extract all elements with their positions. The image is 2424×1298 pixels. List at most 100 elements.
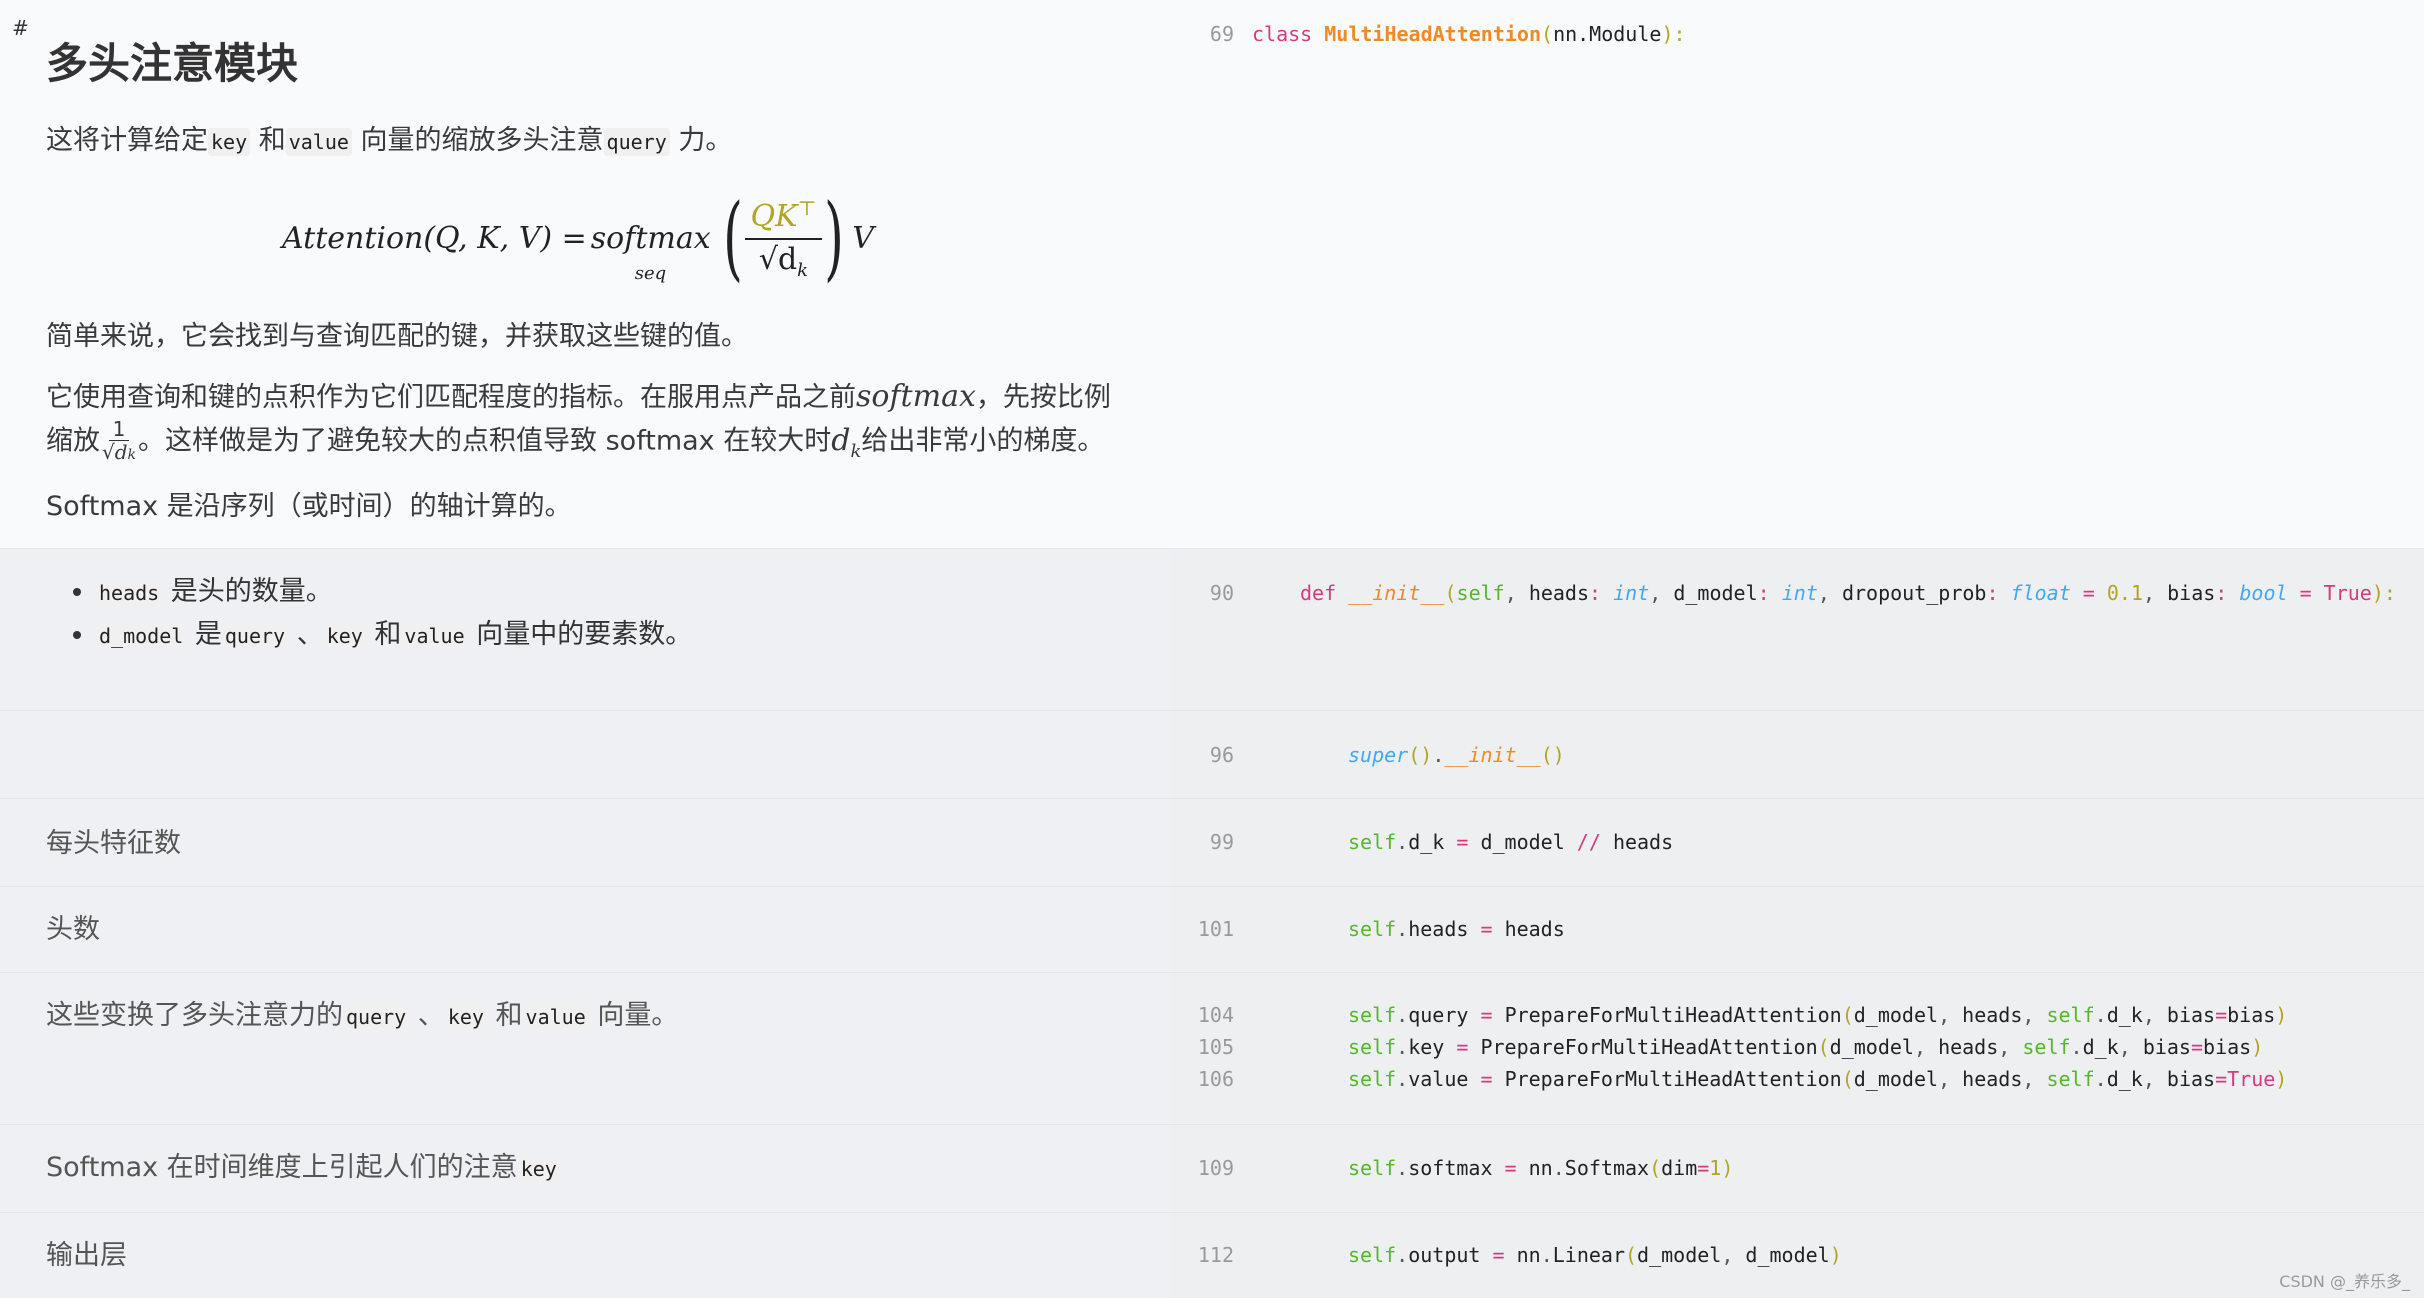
code-rparen: ): — [1661, 22, 1686, 46]
code-line-super: super().__init__() — [1348, 743, 1565, 767]
code-var-heads: heads — [1504, 917, 1565, 941]
row-code-cell: 90 def __init__(self, heads: int, d_mode… — [1172, 549, 2424, 710]
paragraph-simple: 简单来说，它会找到与查询匹配的键，并获取这些键的值。 — [46, 321, 748, 352]
bullet-text: 向量中的要素数。 — [467, 619, 693, 650]
row-note: 输出层 — [46, 1240, 127, 1271]
row-doc-cell: 这些变换了多头注意力的 query 、 key 和 value 向量。 — [0, 973, 1172, 1124]
row-doc-cell: 头数 — [0, 887, 1172, 972]
equation-softmax: softmax seq — [590, 220, 711, 284]
row-code-cell: 99 self.d_k = d_model // heads — [1172, 799, 2424, 886]
code-attr-output: output — [1408, 1243, 1481, 1267]
code-attr-key: key — [1408, 1035, 1445, 1059]
code-arg: heads — [1938, 1035, 1999, 1059]
code-attr-query: query — [1408, 1003, 1469, 1027]
p3-math-softmax: softmax — [856, 379, 976, 414]
note-text: 向量。 — [588, 1000, 679, 1031]
right-paren: ) — [824, 184, 845, 291]
bullet-text: 和 — [365, 619, 402, 650]
bullet-text: 是头的数量。 — [162, 576, 333, 607]
code-self: self — [1348, 1156, 1397, 1180]
equation-softmax-subscript: seq — [634, 262, 667, 284]
code-init: __init__ — [1348, 581, 1445, 605]
code-param-dropout: dropout_prob — [1841, 581, 1987, 605]
code-line-key: self.key = PrepareForMultiHeadAttention(… — [1348, 1035, 2264, 1059]
code-arg: heads — [1962, 1003, 2023, 1027]
code-self: self — [1456, 581, 1505, 605]
doc-row-dk: 每头特征数 99 self.d_k = d_model // heads — [0, 798, 2424, 886]
line-number: 96 — [1209, 743, 1234, 767]
inline-code-query: query — [343, 1003, 410, 1031]
code-softmax-class: Softmax — [1564, 1156, 1650, 1180]
line-number: 104 — [1197, 1003, 1234, 1027]
code-self: self — [1348, 1035, 1397, 1059]
code-number: 0.1 — [2106, 581, 2144, 605]
paragraph-scaling: 缩放 1 √dk 。这样做是为了避免较大的点积值导致 softmax 在较大时dk给出… — [46, 418, 1104, 473]
equation-fraction: QK⊤ √dk — [744, 195, 823, 281]
code-type-float: float — [2010, 581, 2071, 605]
transpose-sup: ⊤ — [797, 195, 817, 220]
code-type-int: int — [1613, 581, 1650, 605]
paragraph-softmax-axis: Softmax 是沿序列（或时间）的轴计算的。 — [46, 491, 572, 522]
code-param-d-model: d_model — [1673, 581, 1758, 605]
line-number: 109 — [1197, 1156, 1234, 1180]
row-note: 这些变换了多头注意力的 query 、 key 和 value 向量。 — [46, 993, 678, 1032]
bullet-text: 、 — [288, 619, 324, 650]
scale-fraction-den: √dk — [102, 441, 136, 466]
code-line-value: self.value = PrepareForMultiHeadAttentio… — [1348, 1067, 2288, 1091]
code-linear-class: Linear — [1552, 1243, 1625, 1267]
code-arg: d_k — [2106, 1067, 2143, 1091]
code-true: True — [2323, 581, 2372, 605]
inline-code-value: value — [285, 128, 352, 156]
row-code-cell: 109 self.softmax = nn.Softmax(dim=1) — [1172, 1125, 2424, 1212]
watermark: CSDN @_养乐多_ — [2279, 1272, 2410, 1291]
code-kwarg: dim — [1661, 1156, 1698, 1180]
code-line-dk: self.d_k = d_model // heads — [1348, 830, 1674, 854]
row-doc-cell: Softmax 在时间维度上引起人们的注意 key — [0, 1125, 1172, 1212]
row-doc-cell: 每头特征数 — [0, 799, 1172, 886]
equation-softmax-text: softmax — [590, 220, 711, 256]
left-paren: ( — [722, 184, 743, 291]
inline-code-d-model: d_model — [96, 622, 187, 650]
row-doc-cell: heads 是头的数量。 d_model 是query 、key 和value … — [0, 549, 1172, 710]
equation-rhs: V — [852, 220, 874, 256]
section-anchor-link[interactable]: # — [12, 16, 29, 40]
scale-fraction-num: 1 — [108, 418, 130, 441]
line-number: 69 — [1209, 22, 1234, 46]
row-code-cell: 104 105 106 self.query = PrepareForMulti… — [1172, 973, 2424, 1124]
attention-equation: Attention(Q, K, V) = softmax seq ( QK⊤ √… — [282, 186, 874, 290]
code-self: self — [1348, 917, 1397, 941]
p4-text-2: 。这样做是为了避免较大的点积值导致 softmax 在较大时 — [138, 425, 832, 457]
code-param-heads: heads — [1528, 581, 1590, 605]
line-number: 90 — [1209, 581, 1234, 605]
code-base-class: nn.Module — [1553, 22, 1662, 46]
code-arg: d_model — [1853, 1067, 1939, 1091]
list-item: d_model 是query 、key 和value 向量中的要素数。 — [96, 614, 692, 657]
code-arg: heads — [1962, 1067, 2023, 1091]
doc-row-qkv: 这些变换了多头注意力的 query 、 key 和 value 向量。 104 105… — [0, 972, 2424, 1124]
code-line-query: self.query = PrepareForMultiHeadAttentio… — [1348, 1003, 2288, 1027]
code-self: self — [1348, 1003, 1397, 1027]
code-var-heads: heads — [1612, 830, 1674, 854]
denominator-sub: k — [797, 259, 809, 281]
doc-row-output: 输出层 112 self.output = nn.Linear(d_model,… — [0, 1212, 2424, 1298]
doc-page: # 多头注意模块 这将计算给定 key 和 value 向量的缩放多头注意 query… — [0, 0, 2424, 1298]
p4-text-1: 缩放 — [46, 425, 100, 457]
note-text: Softmax 在时间维度上引起人们的注意 — [46, 1152, 518, 1183]
code-nn: nn — [1516, 1243, 1541, 1267]
doc-row-softmax: Softmax 在时间维度上引起人们的注意 key 109 self.softma… — [0, 1124, 2424, 1212]
p4-text-3: 给出非常小的梯度。 — [861, 425, 1105, 457]
intro-text-1: 这将计算给定 — [46, 125, 208, 156]
equation-numerator: QK⊤ — [744, 195, 823, 240]
code-keyword-class: class — [1252, 22, 1313, 46]
code-self: self — [2046, 1003, 2095, 1027]
code-attr-heads: heads — [1408, 917, 1469, 941]
code-attr-softmax: softmax — [1408, 1156, 1493, 1180]
code-arg: bias — [2203, 1035, 2252, 1059]
p4-math-k: k — [850, 440, 862, 462]
code-super: super — [1348, 743, 1409, 767]
code-init: __init__ — [1444, 743, 1541, 767]
line-number: 101 — [1197, 917, 1234, 941]
code-attr-value: value — [1408, 1067, 1469, 1091]
code-self: self — [1348, 1243, 1397, 1267]
code-self: self — [1348, 1067, 1397, 1091]
